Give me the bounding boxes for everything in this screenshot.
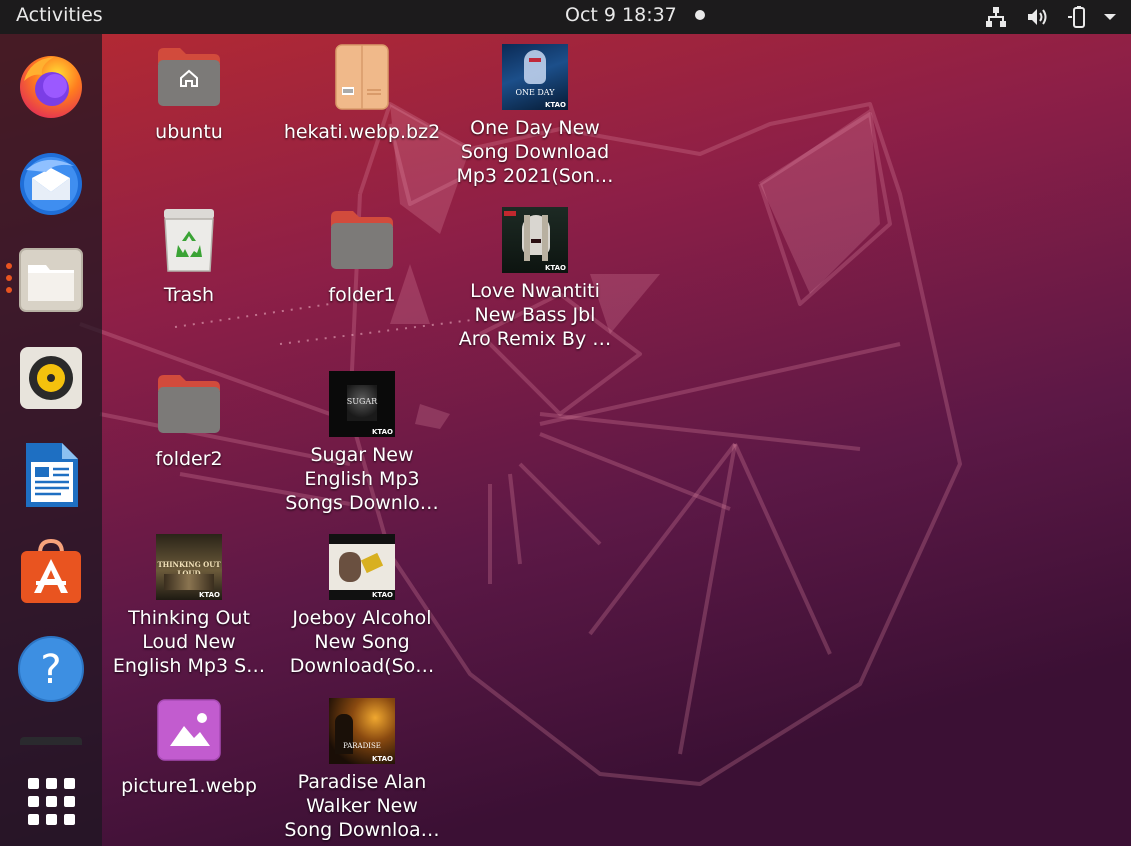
running-indicator — [6, 287, 12, 293]
desktop-item-label: Love Nwantiti New Bass Jbl Aro Remix By … — [458, 280, 612, 350]
activities-button[interactable]: Activities — [16, 4, 103, 26]
desktop-item-label: Sugar New English Mp3 Songs Downlo… — [285, 444, 439, 514]
firefox-icon[interactable] — [16, 51, 86, 121]
desktop-item-label: folder1 — [328, 284, 396, 306]
writer-icon[interactable] — [16, 440, 86, 510]
desktop-item-label: Joeboy Alcohol New Song Download(So… — [289, 607, 435, 677]
software-icon[interactable] — [16, 537, 86, 607]
show-apps-grid-icon[interactable] — [16, 766, 86, 836]
desktop-item-paradise-song[interactable]: PARADISE KTAO Paradise Alan Walker New S… — [277, 696, 447, 842]
desktop-item-label: hekati.webp.bz2 — [283, 121, 441, 143]
running-indicator — [6, 263, 12, 269]
desktop-item-ubuntu[interactable]: ubuntu — [104, 42, 274, 144]
desktop-item-label: Paradise Alan Walker New Song Downloa… — [284, 771, 440, 841]
desktop-item-picture1[interactable]: picture1.webp — [104, 696, 274, 798]
desktop-item-sugar-song[interactable]: SUGAR KTAO Sugar New English Mp3 Songs D… — [277, 369, 447, 515]
desktop-item-joeboy-alcohol-song[interactable]: KTAO Joeboy Alcohol New Song Download(So… — [277, 532, 447, 678]
battery-icon[interactable] — [1066, 5, 1090, 29]
dock: ? — [0, 34, 102, 846]
desktop-item-thinking-out-loud-song[interactable]: THINKING OUT LOUD KTAO Thinking Out Loud… — [104, 532, 274, 678]
desktop-item-trash[interactable]: Trash — [104, 205, 274, 307]
desktop-item-label: ubuntu — [155, 121, 223, 143]
system-menu-chevron-icon[interactable] — [1098, 5, 1122, 29]
folder-icon — [158, 375, 220, 433]
help-icon[interactable]: ? — [16, 634, 86, 704]
folder-icon — [331, 211, 393, 269]
desktop-item-one-day-song[interactable]: ONE DAY KTAO One Day New Song Download M… — [450, 42, 620, 188]
audio-thumbnail-icon: SUGAR KTAO — [327, 369, 397, 439]
svg-text:?: ? — [40, 647, 61, 693]
trash-icon — [164, 209, 214, 272]
archive-icon — [335, 44, 389, 110]
audio-thumbnail-icon: ONE DAY KTAO — [500, 42, 570, 112]
audio-thumbnail-icon: KTAO — [327, 532, 397, 602]
volume-icon[interactable] — [1025, 5, 1049, 29]
audio-thumbnail-icon: KTAO — [500, 205, 570, 275]
thunderbird-icon[interactable] — [16, 148, 86, 218]
running-indicator — [6, 275, 12, 281]
notification-dot — [695, 10, 705, 20]
desktop-item-label: Trash — [163, 284, 215, 306]
top-bar: Activities Oct 9 18:37 — [0, 0, 1131, 34]
network-icon[interactable] — [984, 5, 1008, 29]
dock-overflow-item — [20, 737, 82, 745]
desktop-item-love-nwantiti-song[interactable]: KTAO Love Nwantiti New Bass Jbl Aro Remi… — [450, 205, 620, 351]
desktop-item-label: Thinking Out Loud New English Mp3 S… — [112, 607, 266, 677]
desktop-item-label: One Day New Song Download Mp3 2021(Son… — [456, 117, 614, 187]
rhythmbox-icon[interactable] — [16, 343, 86, 413]
desktop-item-archive[interactable]: hekati.webp.bz2 — [277, 42, 447, 144]
desktop-item-label: picture1.webp — [121, 775, 257, 797]
desktop-item-folder1[interactable]: folder1 — [277, 205, 447, 307]
home-folder-icon — [158, 48, 220, 106]
desktop-item-folder2[interactable]: folder2 — [104, 369, 274, 471]
clock-button[interactable]: Oct 9 18:37 — [565, 4, 677, 26]
files-icon[interactable] — [16, 245, 86, 315]
desktop-item-label: folder2 — [155, 448, 223, 470]
image-file-icon — [157, 699, 221, 761]
audio-thumbnail-icon: PARADISE KTAO — [327, 696, 397, 766]
audio-thumbnail-icon: THINKING OUT LOUD KTAO — [154, 532, 224, 602]
